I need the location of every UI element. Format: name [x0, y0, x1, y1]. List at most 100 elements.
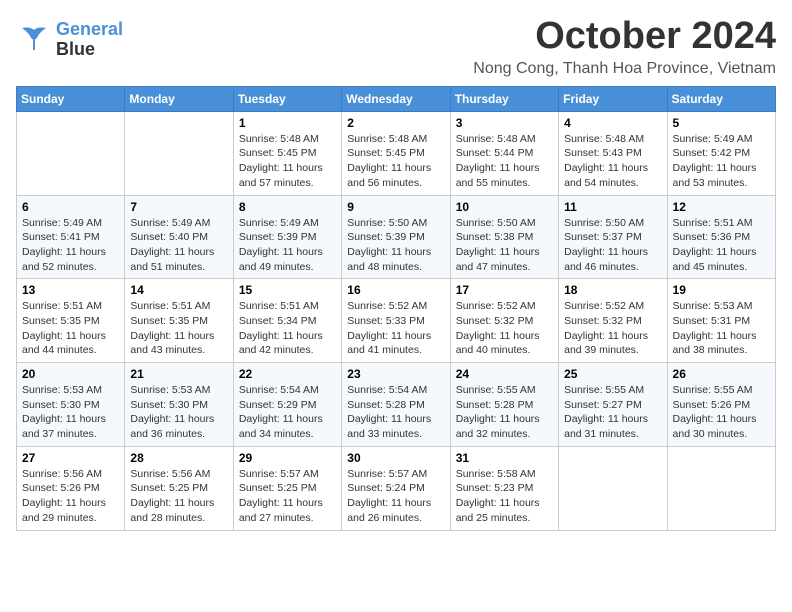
calendar-week-row: 27 Sunrise: 5:56 AM Sunset: 5:26 PM Dayli…	[17, 446, 776, 530]
day-info: Sunrise: 5:57 AM Sunset: 5:25 PM Dayligh…	[239, 467, 336, 526]
calendar-cell: 6 Sunrise: 5:49 AM Sunset: 5:41 PM Daylig…	[17, 195, 125, 279]
calendar-cell: 4 Sunrise: 5:48 AM Sunset: 5:43 PM Daylig…	[559, 111, 667, 195]
day-number: 14	[130, 283, 227, 297]
day-info: Sunrise: 5:48 AM Sunset: 5:44 PM Dayligh…	[456, 132, 553, 191]
day-info: Sunrise: 5:51 AM Sunset: 5:34 PM Dayligh…	[239, 299, 336, 358]
day-number: 9	[347, 200, 444, 214]
weekday-header-sunday: Sunday	[17, 86, 125, 111]
calendar-cell: 26 Sunrise: 5:55 AM Sunset: 5:26 PM Dayli…	[667, 363, 775, 447]
day-number: 7	[130, 200, 227, 214]
day-info: Sunrise: 5:49 AM Sunset: 5:41 PM Dayligh…	[22, 216, 119, 275]
day-info: Sunrise: 5:48 AM Sunset: 5:43 PM Dayligh…	[564, 132, 661, 191]
calendar-cell	[667, 446, 775, 530]
calendar-cell: 15 Sunrise: 5:51 AM Sunset: 5:34 PM Dayli…	[233, 279, 341, 363]
weekday-header-monday: Monday	[125, 86, 233, 111]
day-number: 4	[564, 116, 661, 130]
title-block: October 2024 Nong Cong, Thanh Hoa Provin…	[473, 16, 776, 78]
calendar-cell: 14 Sunrise: 5:51 AM Sunset: 5:35 PM Dayli…	[125, 279, 233, 363]
day-number: 24	[456, 367, 553, 381]
day-info: Sunrise: 5:48 AM Sunset: 5:45 PM Dayligh…	[239, 132, 336, 191]
day-number: 17	[456, 283, 553, 297]
day-number: 5	[673, 116, 770, 130]
day-number: 2	[347, 116, 444, 130]
calendar-cell	[17, 111, 125, 195]
calendar-cell	[125, 111, 233, 195]
day-info: Sunrise: 5:53 AM Sunset: 5:30 PM Dayligh…	[130, 383, 227, 442]
day-number: 26	[673, 367, 770, 381]
calendar-cell: 31 Sunrise: 5:58 AM Sunset: 5:23 PM Dayli…	[450, 446, 558, 530]
calendar-cell: 13 Sunrise: 5:51 AM Sunset: 5:35 PM Dayli…	[17, 279, 125, 363]
calendar-week-row: 20 Sunrise: 5:53 AM Sunset: 5:30 PM Dayli…	[17, 363, 776, 447]
day-info: Sunrise: 5:48 AM Sunset: 5:45 PM Dayligh…	[347, 132, 444, 191]
day-number: 13	[22, 283, 119, 297]
day-number: 11	[564, 200, 661, 214]
day-info: Sunrise: 5:49 AM Sunset: 5:42 PM Dayligh…	[673, 132, 770, 191]
day-number: 16	[347, 283, 444, 297]
day-number: 19	[673, 283, 770, 297]
calendar-week-row: 1Sunrise: 5:48 AM Sunset: 5:45 PM Daylig…	[17, 111, 776, 195]
day-number: 6	[22, 200, 119, 214]
day-info: Sunrise: 5:55 AM Sunset: 5:27 PM Dayligh…	[564, 383, 661, 442]
calendar-cell: 24 Sunrise: 5:55 AM Sunset: 5:28 PM Dayli…	[450, 363, 558, 447]
day-info: Sunrise: 5:49 AM Sunset: 5:40 PM Dayligh…	[130, 216, 227, 275]
day-info: Sunrise: 5:54 AM Sunset: 5:29 PM Dayligh…	[239, 383, 336, 442]
day-info: Sunrise: 5:53 AM Sunset: 5:30 PM Dayligh…	[22, 383, 119, 442]
day-info: Sunrise: 5:52 AM Sunset: 5:32 PM Dayligh…	[564, 299, 661, 358]
day-number: 21	[130, 367, 227, 381]
day-info: Sunrise: 5:52 AM Sunset: 5:32 PM Dayligh…	[456, 299, 553, 358]
location: Nong Cong, Thanh Hoa Province, Vietnam	[473, 60, 776, 78]
day-info: Sunrise: 5:58 AM Sunset: 5:23 PM Dayligh…	[456, 467, 553, 526]
calendar-cell: 1Sunrise: 5:48 AM Sunset: 5:45 PM Daylig…	[233, 111, 341, 195]
calendar-cell: 5 Sunrise: 5:49 AM Sunset: 5:42 PM Daylig…	[667, 111, 775, 195]
calendar-cell: 11Sunrise: 5:50 AM Sunset: 5:37 PM Dayli…	[559, 195, 667, 279]
calendar-cell: 30Sunrise: 5:57 AM Sunset: 5:24 PM Dayli…	[342, 446, 450, 530]
calendar-cell: 16 Sunrise: 5:52 AM Sunset: 5:33 PM Dayli…	[342, 279, 450, 363]
day-number: 27	[22, 451, 119, 465]
calendar-cell: 27 Sunrise: 5:56 AM Sunset: 5:26 PM Dayli…	[17, 446, 125, 530]
calendar-cell: 21 Sunrise: 5:53 AM Sunset: 5:30 PM Dayli…	[125, 363, 233, 447]
calendar-cell: 25 Sunrise: 5:55 AM Sunset: 5:27 PM Dayli…	[559, 363, 667, 447]
day-info: Sunrise: 5:56 AM Sunset: 5:26 PM Dayligh…	[22, 467, 119, 526]
day-number: 31	[456, 451, 553, 465]
weekday-header-row: SundayMondayTuesdayWednesdayThursdayFrid…	[17, 86, 776, 111]
calendar-cell: 19Sunrise: 5:53 AM Sunset: 5:31 PM Dayli…	[667, 279, 775, 363]
calendar-cell: 18 Sunrise: 5:52 AM Sunset: 5:32 PM Dayli…	[559, 279, 667, 363]
day-number: 30	[347, 451, 444, 465]
day-info: Sunrise: 5:55 AM Sunset: 5:28 PM Dayligh…	[456, 383, 553, 442]
day-number: 29	[239, 451, 336, 465]
day-number: 18	[564, 283, 661, 297]
day-number: 22	[239, 367, 336, 381]
calendar-week-row: 13 Sunrise: 5:51 AM Sunset: 5:35 PM Dayli…	[17, 279, 776, 363]
day-info: Sunrise: 5:55 AM Sunset: 5:26 PM Dayligh…	[673, 383, 770, 442]
calendar-cell: 22 Sunrise: 5:54 AM Sunset: 5:29 PM Dayli…	[233, 363, 341, 447]
calendar-cell: 9 Sunrise: 5:50 AM Sunset: 5:39 PM Daylig…	[342, 195, 450, 279]
calendar-week-row: 6 Sunrise: 5:49 AM Sunset: 5:41 PM Daylig…	[17, 195, 776, 279]
day-info: Sunrise: 5:50 AM Sunset: 5:39 PM Dayligh…	[347, 216, 444, 275]
day-number: 25	[564, 367, 661, 381]
day-info: Sunrise: 5:50 AM Sunset: 5:38 PM Dayligh…	[456, 216, 553, 275]
weekday-header-saturday: Saturday	[667, 86, 775, 111]
calendar-cell: 29 Sunrise: 5:57 AM Sunset: 5:25 PM Dayli…	[233, 446, 341, 530]
day-info: Sunrise: 5:56 AM Sunset: 5:25 PM Dayligh…	[130, 467, 227, 526]
weekday-header-tuesday: Tuesday	[233, 86, 341, 111]
day-number: 8	[239, 200, 336, 214]
weekday-header-friday: Friday	[559, 86, 667, 111]
day-info: Sunrise: 5:51 AM Sunset: 5:35 PM Dayligh…	[130, 299, 227, 358]
weekday-header-thursday: Thursday	[450, 86, 558, 111]
calendar-cell	[559, 446, 667, 530]
day-info: Sunrise: 5:51 AM Sunset: 5:35 PM Dayligh…	[22, 299, 119, 358]
logo-bird-icon	[16, 22, 52, 58]
day-info: Sunrise: 5:54 AM Sunset: 5:28 PM Dayligh…	[347, 383, 444, 442]
calendar-cell: 20 Sunrise: 5:53 AM Sunset: 5:30 PM Dayli…	[17, 363, 125, 447]
day-number: 20	[22, 367, 119, 381]
day-number: 15	[239, 283, 336, 297]
day-number: 28	[130, 451, 227, 465]
day-info: Sunrise: 5:51 AM Sunset: 5:36 PM Dayligh…	[673, 216, 770, 275]
day-info: Sunrise: 5:52 AM Sunset: 5:33 PM Dayligh…	[347, 299, 444, 358]
day-info: Sunrise: 5:49 AM Sunset: 5:39 PM Dayligh…	[239, 216, 336, 275]
calendar-cell: 17 Sunrise: 5:52 AM Sunset: 5:32 PM Dayli…	[450, 279, 558, 363]
day-number: 10	[456, 200, 553, 214]
calendar-table: SundayMondayTuesdayWednesdayThursdayFrid…	[16, 86, 776, 531]
calendar-cell: 28 Sunrise: 5:56 AM Sunset: 5:25 PM Dayli…	[125, 446, 233, 530]
calendar-cell: 3Sunrise: 5:48 AM Sunset: 5:44 PM Daylig…	[450, 111, 558, 195]
